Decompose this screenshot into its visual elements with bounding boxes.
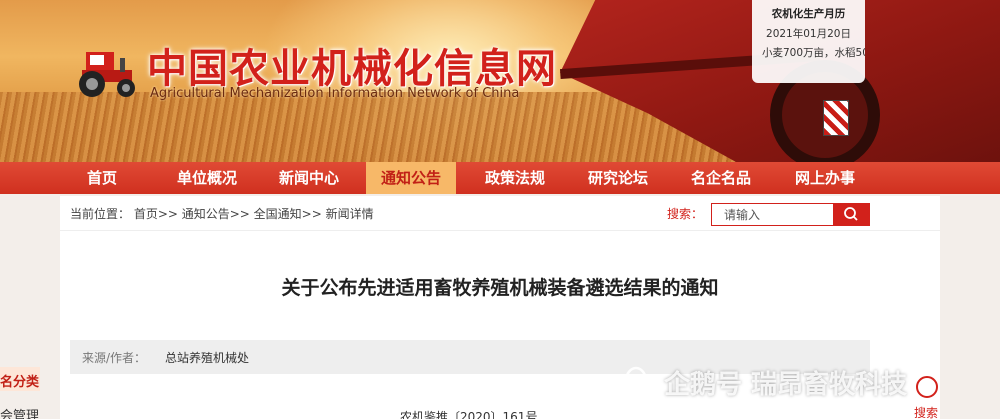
penguin-watermark-icon — [624, 366, 648, 396]
nav-item-notices[interactable]: 通知公告 — [366, 162, 456, 194]
document-number: 农机鉴推〔2020〕161号 — [400, 410, 538, 419]
source-label: 来源/作者： — [82, 351, 147, 365]
banner-warning-sign — [823, 100, 849, 136]
search-input[interactable] — [711, 203, 834, 226]
search-button[interactable] — [833, 203, 870, 226]
main-nav: 首页 单位概况 新闻中心 通知公告 政策法规 研究论坛 名企名品 网上办事 — [0, 162, 1000, 194]
float-search-label[interactable]: 搜索 — [914, 404, 938, 419]
search-icon — [844, 207, 858, 221]
nav-item-services[interactable]: 网上办事 — [782, 162, 868, 194]
float-search-icon[interactable] — [916, 376, 938, 398]
site-subtitle: Agricultural Mechanization Information N… — [150, 86, 520, 101]
nav-item-home[interactable]: 首页 — [62, 162, 142, 194]
breadcrumb[interactable]: 当前位置： 首页>> 通知公告>> 全国通知>> 新闻详情 — [70, 205, 374, 222]
almanac-text: 小麦700万亩，水稻50 — [762, 47, 865, 59]
tractor-icon[interactable] — [72, 40, 140, 100]
almanac-date: 2021年01月20日 — [766, 28, 851, 40]
nav-item-brands[interactable]: 名企名品 — [678, 162, 764, 194]
nav-item-news[interactable]: 新闻中心 — [266, 162, 352, 194]
nav-item-policy[interactable]: 政策法规 — [472, 162, 558, 194]
nav-item-overview[interactable]: 单位概况 — [164, 162, 250, 194]
source-value: 总站养殖机械处 — [165, 351, 250, 365]
breadcrumb-bar: 当前位置： 首页>> 通知公告>> 全国通知>> 新闻详情 搜索： — [60, 196, 940, 231]
search-label: 搜索： — [667, 207, 704, 221]
almanac-widget[interactable]: 农机化生产月历 2021年01月20日 小麦700万亩，水稻50 — [752, 0, 865, 83]
sidebar-item[interactable]: 会管理 — [0, 405, 39, 419]
article-title: 关于公布先进适用畜牧养殖机械装备遴选结果的通知 — [281, 277, 719, 299]
almanac-title: 农机化生产月历 — [771, 8, 846, 20]
sidebar-category-label: 名分类 — [0, 375, 40, 390]
nav-item-forum[interactable]: 研究论坛 — [575, 162, 661, 194]
watermark-text: 企鹅号 瑞昂畜牧科技 — [664, 370, 908, 400]
